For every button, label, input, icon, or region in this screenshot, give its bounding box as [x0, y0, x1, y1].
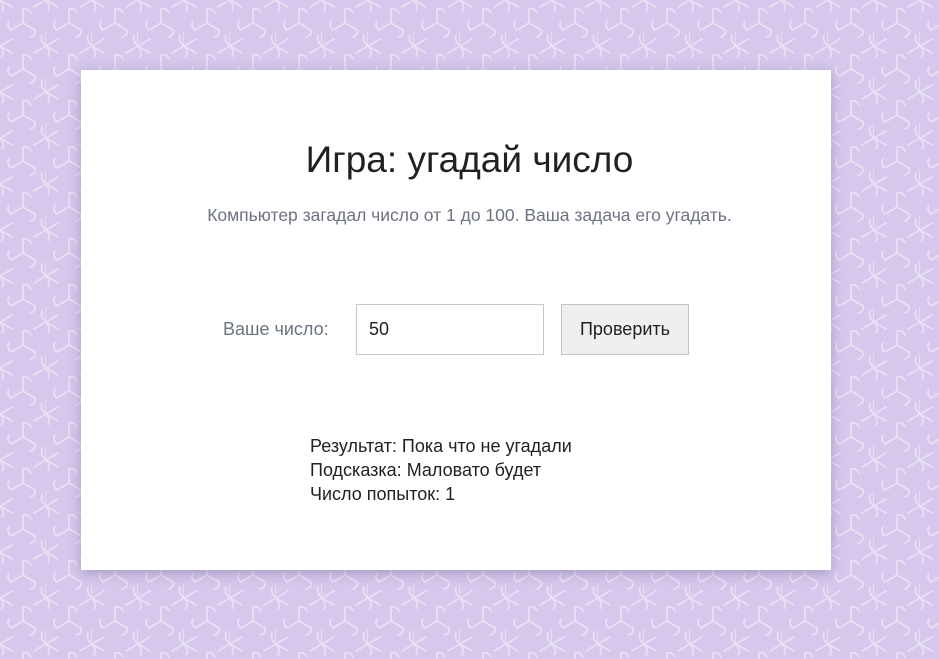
attempts-value: 1 — [445, 484, 456, 504]
results-panel: Результат: Пока что не угадали Подсказка… — [310, 434, 572, 506]
guess-input[interactable] — [356, 304, 544, 355]
attempts-row: Число попыток: 1 — [310, 482, 572, 506]
hint-row: Подсказка: Маловато будет — [310, 458, 572, 482]
game-description: Компьютер загадал число от 1 до 100. Ваш… — [207, 205, 732, 225]
result-label: Результат: — [310, 436, 397, 456]
result-value: Пока что не угадали — [401, 436, 572, 456]
hint-label: Подсказка: — [310, 460, 402, 480]
attempts-label: Число попыток: — [310, 484, 441, 504]
guess-label: Ваше число: — [223, 319, 329, 339]
check-button[interactable]: Проверить — [561, 304, 689, 355]
page-title: Игра: угадай число — [305, 139, 634, 180]
result-row: Результат: Пока что не угадали — [310, 434, 572, 458]
hint-value: Маловато будет — [406, 460, 542, 480]
